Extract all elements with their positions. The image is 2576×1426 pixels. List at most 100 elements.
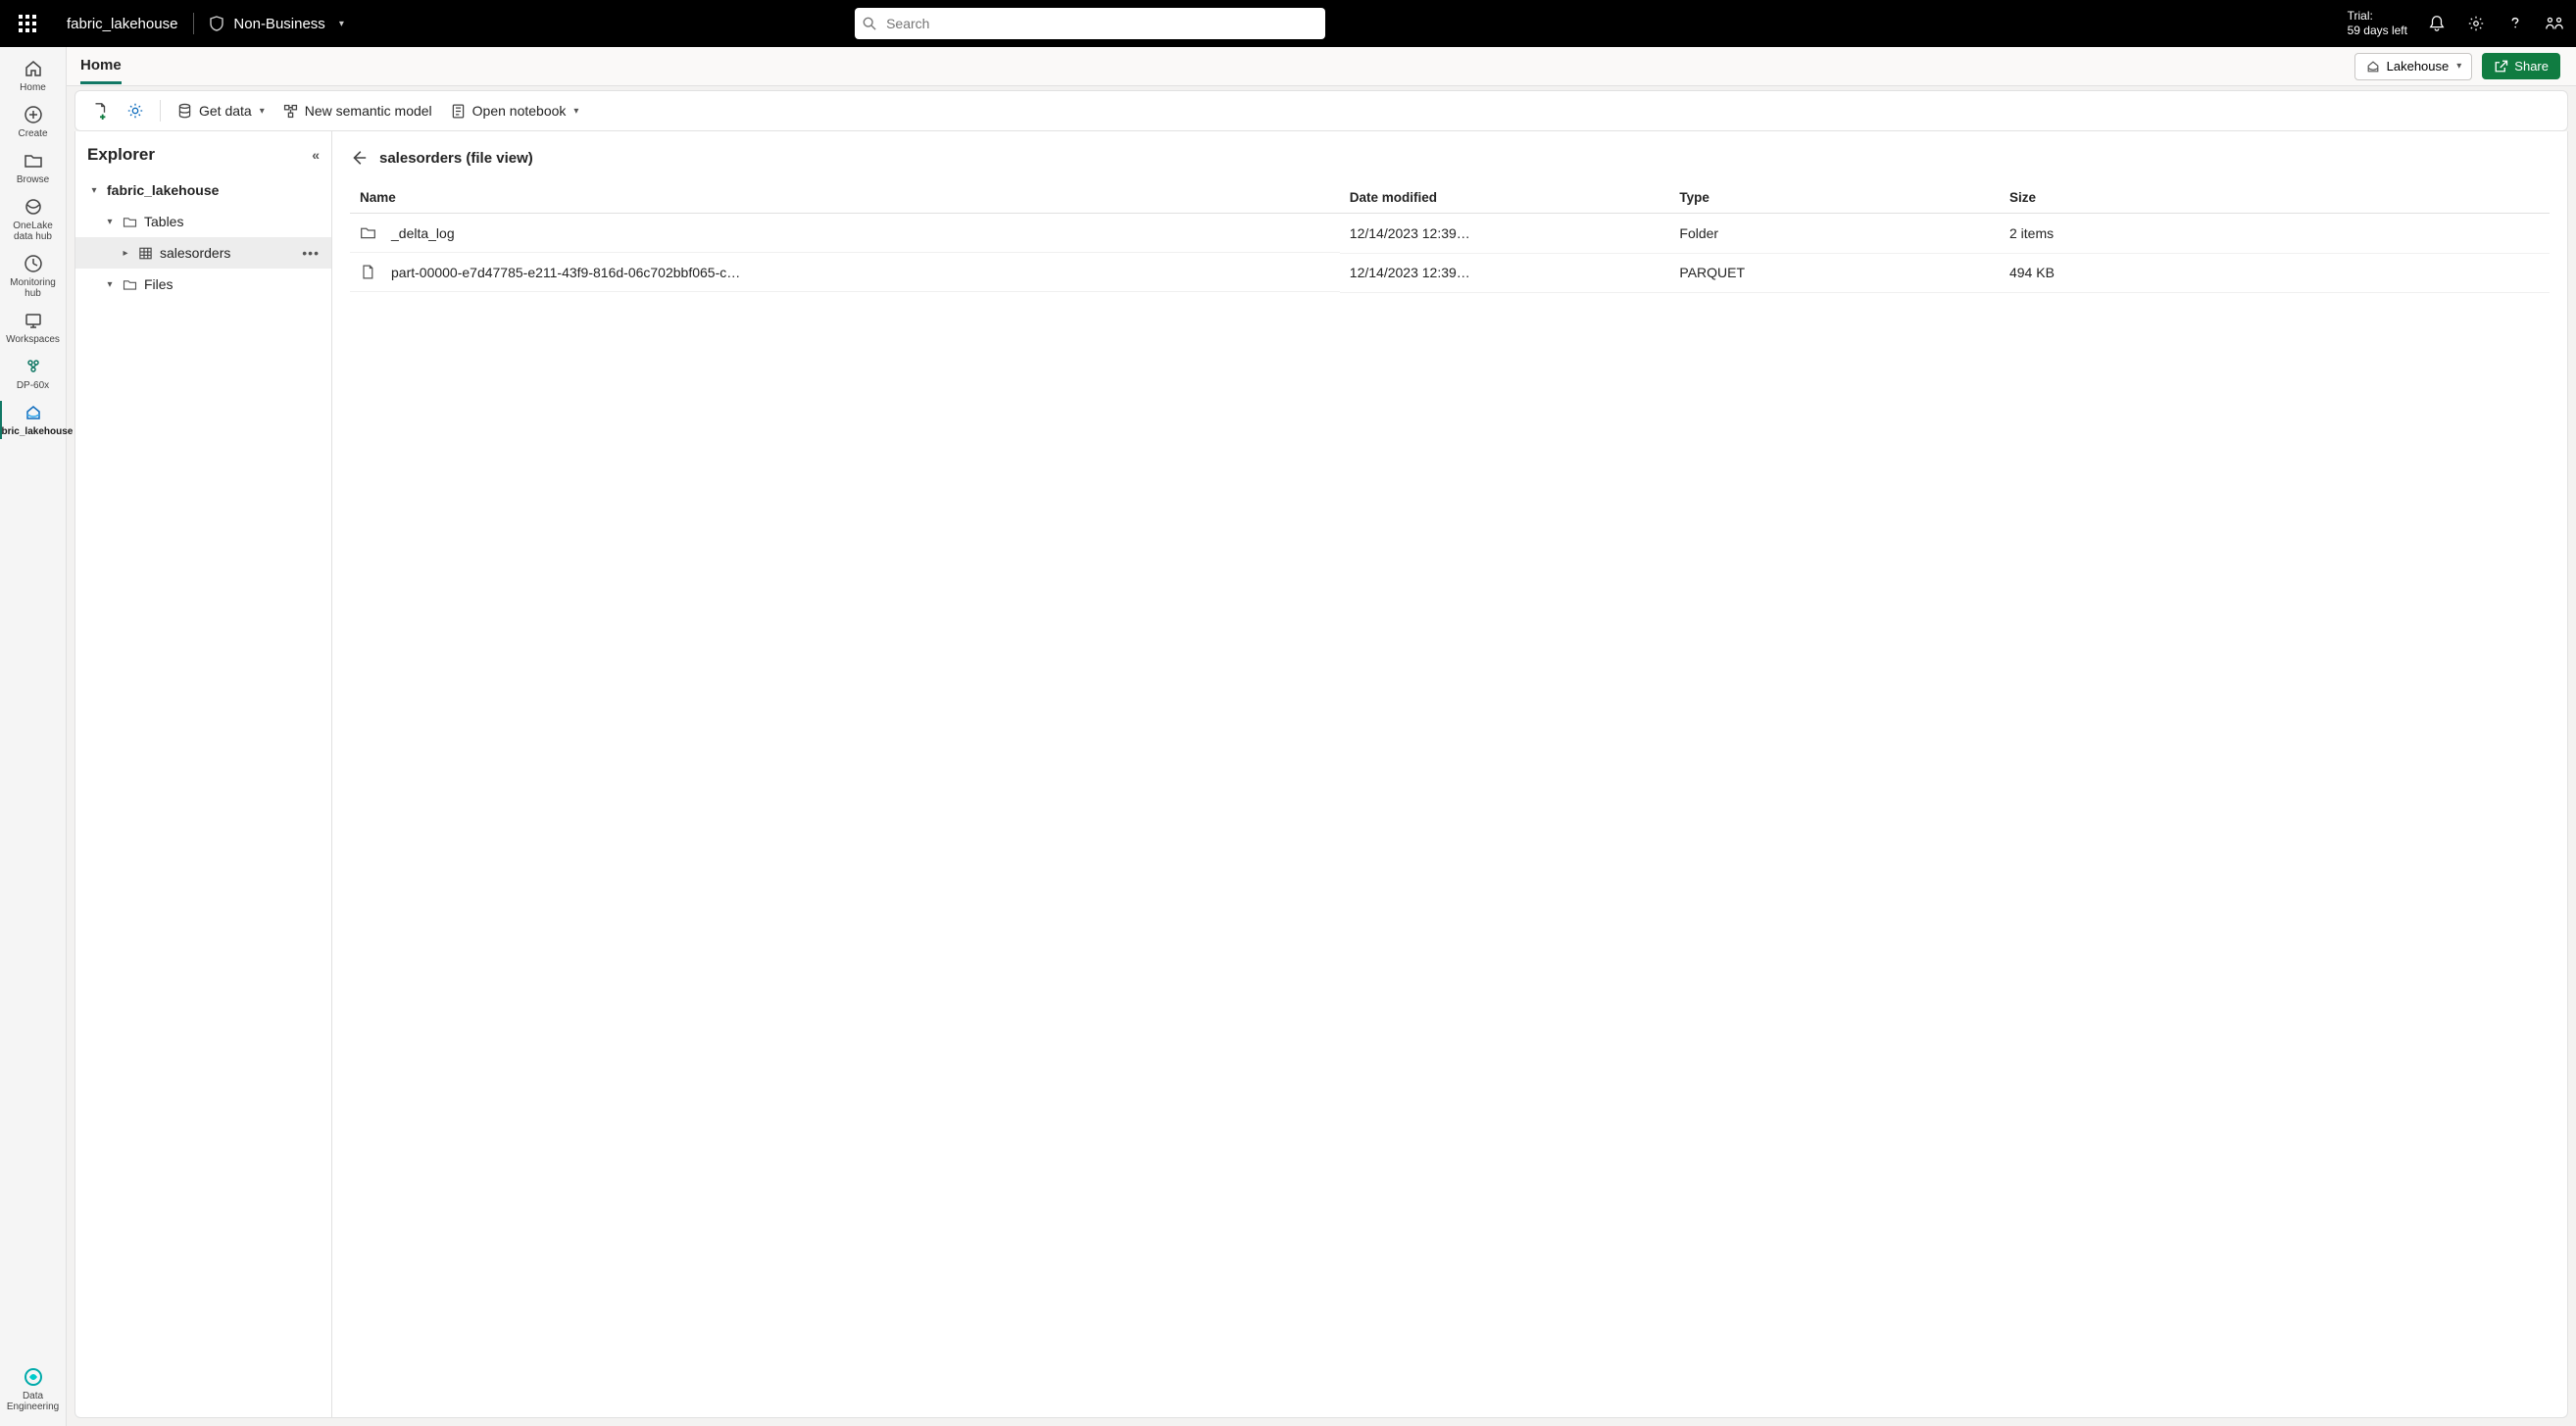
tab-home[interactable]: Home xyxy=(80,48,122,84)
database-icon xyxy=(176,103,193,120)
tab-row: Home Lakehouse ▾ Share xyxy=(67,47,2576,86)
lakehouse-icon xyxy=(24,403,43,422)
rail-onelake[interactable]: OneLake data hub xyxy=(4,191,63,248)
tree-root[interactable]: ▾ fabric_lakehouse xyxy=(75,174,331,206)
sensitivity-label[interactable]: Non-Business xyxy=(233,16,324,32)
chevron-down-icon: ▾ xyxy=(103,217,117,227)
explorer-panel: Explorer « ▾ fabric_lakehouse ▾ xyxy=(75,131,332,1417)
app-launcher-button[interactable] xyxy=(12,8,43,39)
rail-dp60x[interactable]: DP-60x xyxy=(4,351,63,397)
notifications-icon[interactable] xyxy=(2427,14,2447,33)
search-container xyxy=(855,8,1325,39)
chevron-down-icon: ▾ xyxy=(87,185,101,196)
search-icon xyxy=(863,17,876,30)
file-table-header-row: Name Date modified Type Size xyxy=(350,182,2550,214)
file-size: 2 items xyxy=(2000,214,2550,254)
trial-status: Trial: 59 days left xyxy=(2348,9,2407,38)
rail-monitoring[interactable]: Monitoring hub xyxy=(4,248,63,305)
feedback-icon[interactable] xyxy=(2545,14,2564,33)
folder-icon xyxy=(24,151,43,171)
tree-files-label: Files xyxy=(144,276,173,292)
rail-fabric-lakehouse[interactable]: fabric_lakehouse xyxy=(4,397,63,443)
plus-circle-icon xyxy=(24,105,43,124)
rail-label: fabric_lakehouse xyxy=(0,426,73,437)
settings-icon[interactable] xyxy=(2466,14,2486,33)
collapse-panel-icon[interactable]: « xyxy=(312,147,320,163)
lakehouse-mode-button[interactable]: Lakehouse ▾ xyxy=(2354,53,2473,80)
file-icon xyxy=(360,264,377,280)
lakehouse-small-icon xyxy=(2365,59,2381,74)
rail-label: DP-60x xyxy=(17,380,49,391)
more-options-icon[interactable]: ••• xyxy=(302,245,323,261)
workspace-icon xyxy=(24,357,43,376)
tree-table-label: salesorders xyxy=(160,245,230,261)
col-name-header[interactable]: Name xyxy=(350,182,1340,214)
file-date: 12/14/2023 12:39… xyxy=(1340,253,1670,292)
breadcrumb-item[interactable]: fabric_lakehouse xyxy=(67,16,177,32)
file-header: salesorders (file view) xyxy=(350,139,2550,182)
chevron-down-icon: ▾ xyxy=(260,106,265,117)
get-data-button[interactable]: Get data ▾ xyxy=(171,99,271,123)
back-button[interactable] xyxy=(350,149,368,167)
explorer-tree: ▾ fabric_lakehouse ▾ Tables xyxy=(75,174,331,300)
get-data-label: Get data xyxy=(199,103,252,119)
new-semantic-model-label: New semantic model xyxy=(305,103,432,119)
file-row[interactable]: _delta_log 12/14/2023 12:39… Folder 2 it… xyxy=(350,214,2550,254)
share-label: Share xyxy=(2514,59,2549,74)
tree-tables-label: Tables xyxy=(144,214,183,229)
trial-remaining: 59 days left xyxy=(2348,24,2407,38)
tree-root-label: fabric_lakehouse xyxy=(107,182,219,198)
gear-icon xyxy=(126,102,144,120)
rail-create[interactable]: Create xyxy=(4,99,63,145)
col-size-header[interactable]: Size xyxy=(2000,182,2550,214)
file-date: 12/14/2023 12:39… xyxy=(1340,214,1670,254)
file-row[interactable]: part-00000-e7d47785-e211-43f9-816d-06c70… xyxy=(350,253,2550,292)
notebook-icon xyxy=(450,103,467,120)
open-notebook-button[interactable]: Open notebook ▾ xyxy=(444,99,585,123)
onelake-icon xyxy=(24,197,43,217)
folder-icon xyxy=(360,224,377,241)
rail-browse[interactable]: Browse xyxy=(4,145,63,191)
search-input[interactable] xyxy=(855,8,1325,39)
trial-label: Trial: xyxy=(2348,9,2407,24)
data-engineering-icon xyxy=(24,1367,43,1387)
file-name: _delta_log xyxy=(391,225,455,241)
body: Home Create Browse OneLake data hub Moni… xyxy=(0,47,2576,1426)
col-date-header[interactable]: Date modified xyxy=(1340,182,1670,214)
rail-label: Home xyxy=(20,82,46,93)
rail-label: Monitoring hub xyxy=(4,277,63,299)
home-icon xyxy=(24,59,43,78)
settings-toolbar-button[interactable] xyxy=(121,98,150,123)
chevron-down-icon: ▾ xyxy=(339,19,344,29)
rail-label: Workspaces xyxy=(6,334,60,345)
file-type: PARQUET xyxy=(1669,253,2000,292)
file-table: Name Date modified Type Size xyxy=(350,182,2550,293)
new-item-button[interactable] xyxy=(85,98,115,123)
rail-home[interactable]: Home xyxy=(4,53,63,99)
chevron-down-icon: ▾ xyxy=(2456,61,2461,72)
tree-table-salesorders[interactable]: ▸ salesorders ••• xyxy=(75,237,331,269)
folder-icon xyxy=(123,215,138,229)
help-icon[interactable] xyxy=(2505,14,2525,33)
new-semantic-model-button[interactable]: New semantic model xyxy=(276,99,438,123)
file-size: 494 KB xyxy=(2000,253,2550,292)
rail-label: Create xyxy=(18,128,47,139)
rail-label: OneLake data hub xyxy=(4,221,63,242)
share-button[interactable]: Share xyxy=(2482,53,2560,79)
folder-icon xyxy=(123,277,138,292)
top-header: fabric_lakehouse Non-Business ▾ Trial: 5… xyxy=(0,0,2576,47)
rail-persona[interactable]: Data Engineering xyxy=(4,1361,63,1418)
new-file-icon xyxy=(91,102,109,120)
rail-workspaces[interactable]: Workspaces xyxy=(4,305,63,351)
breadcrumb: fabric_lakehouse Non-Business ▾ xyxy=(67,13,344,34)
file-view-title: salesorders (file view) xyxy=(379,150,533,167)
main-column: Home Lakehouse ▾ Share xyxy=(67,47,2576,1426)
rail-label: Browse xyxy=(17,174,49,185)
col-type-header[interactable]: Type xyxy=(1669,182,2000,214)
content-split: Explorer « ▾ fabric_lakehouse ▾ xyxy=(74,131,2568,1418)
explorer-title: Explorer xyxy=(87,145,155,165)
tree-tables[interactable]: ▾ Tables xyxy=(75,206,331,237)
lakehouse-mode-label: Lakehouse xyxy=(2387,59,2450,74)
file-name: part-00000-e7d47785-e211-43f9-816d-06c70… xyxy=(391,265,744,280)
tree-files[interactable]: ▾ Files xyxy=(75,269,331,300)
